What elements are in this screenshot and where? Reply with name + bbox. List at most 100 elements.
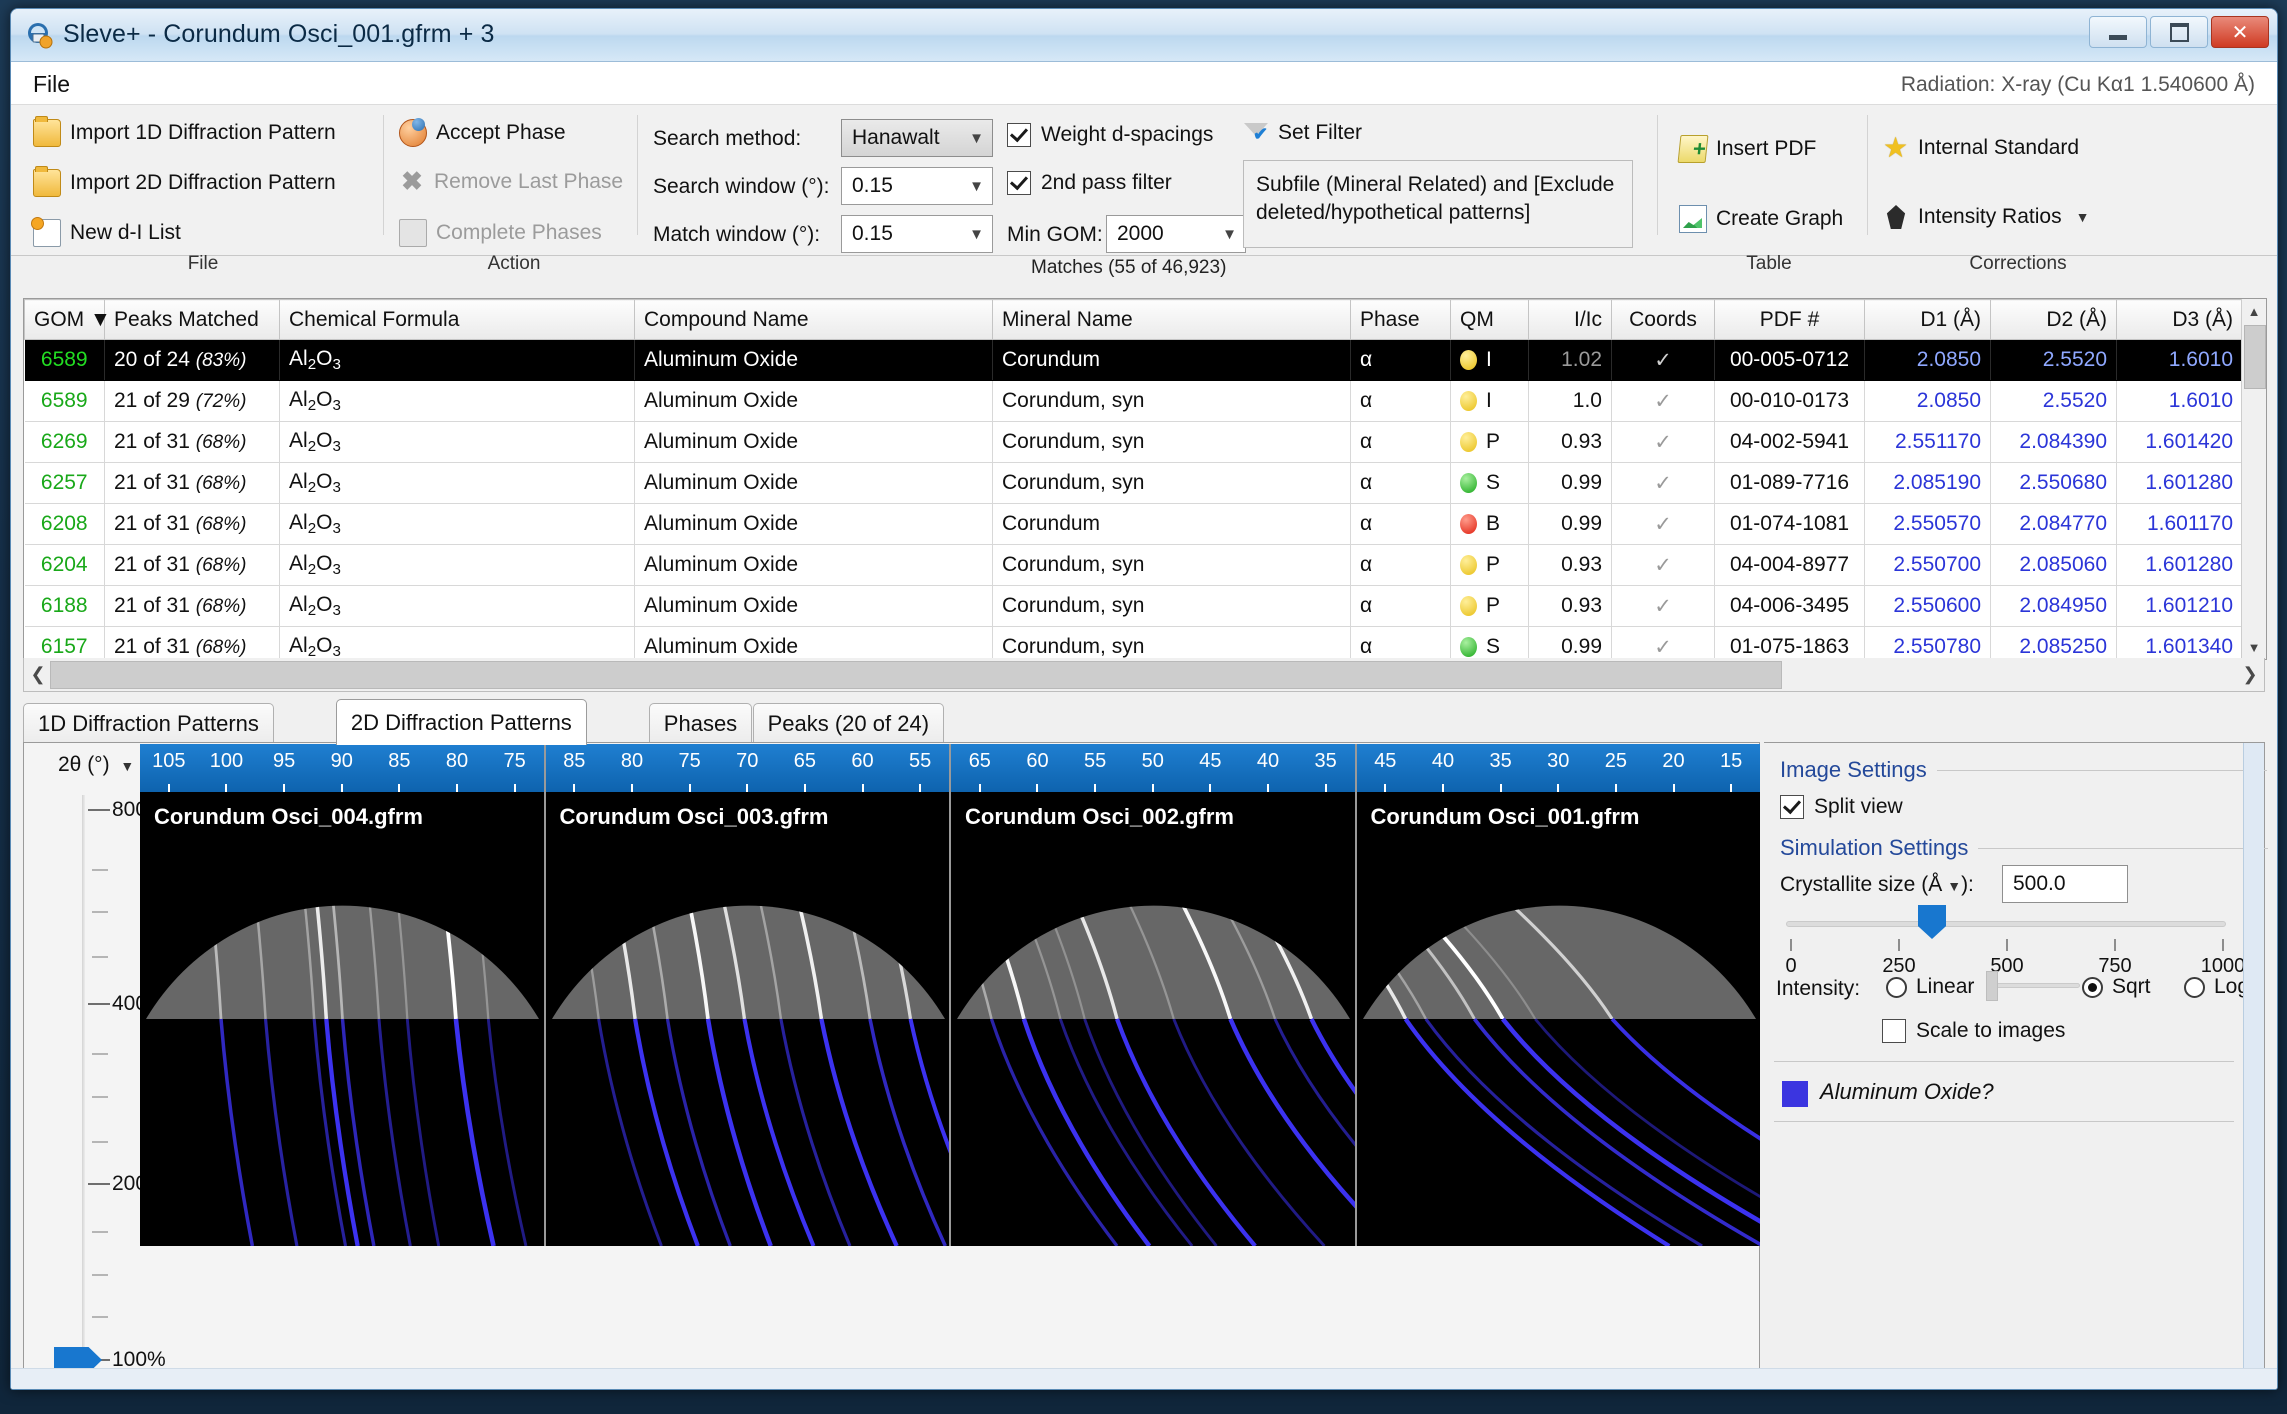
diffraction-image-panel-3[interactable]: Corundum Osci_002.gfrm: [951, 792, 1357, 1246]
table-vertical-scrollbar[interactable]: ▲ ▼: [2241, 299, 2266, 659]
column-header-d2[interactable]: D2 (Å): [1990, 299, 2117, 340]
intensity-linear-radio[interactable]: Linear: [1886, 975, 1974, 999]
cell-d3: 1.601170: [2116, 503, 2243, 545]
column-header-d3[interactable]: D3 (Å): [2116, 299, 2243, 340]
ruler-tick-label: 50: [1141, 750, 1164, 772]
table-row[interactable]: 6257 21 of 31 (68%) Al2O3 Aluminum Oxide Cor…: [24, 462, 2243, 504]
table-row[interactable]: 6204 21 of 31 (68%) Al2O3 Aluminum Oxide Cor…: [24, 544, 2243, 586]
column-header-mineral[interactable]: Mineral Name: [992, 299, 1351, 340]
column-header-pdf[interactable]: PDF #: [1714, 299, 1865, 340]
table-row[interactable]: 6208 21 of 31 (68%) Al2O3 Aluminum Oxide Cor…: [24, 503, 2243, 545]
scroll-down-button[interactable]: ▼: [2242, 635, 2266, 659]
complete-phases-button[interactable]: Complete Phases: [399, 219, 602, 247]
tab-peaks-20-of-24[interactable]: Peaks (20 of 24): [752, 703, 945, 743]
horizontal-scroll-thumb[interactable]: [50, 661, 1782, 689]
split-view-checkbox[interactable]: Split view: [1780, 795, 1903, 819]
minimize-button[interactable]: [2089, 16, 2147, 48]
diffraction-image-panel-2[interactable]: Corundum Osci_003.gfrm: [545, 792, 951, 1246]
column-header-compound[interactable]: Compound Name: [634, 299, 993, 340]
cell-phase: α: [1350, 503, 1451, 545]
minimize-icon: [2109, 34, 2127, 40]
slider-tick: [1790, 939, 1792, 951]
vertical-scroll-thumb[interactable]: [2244, 325, 2266, 389]
table-row[interactable]: 6269 21 of 31 (68%) Al2O3 Aluminum Oxide Cor…: [24, 421, 2243, 463]
status-bar: [11, 1368, 2277, 1389]
maximize-button[interactable]: [2150, 16, 2208, 48]
slider-tick-label: 0: [1785, 955, 1797, 977]
cell-compound-name: Aluminum Oxide: [634, 421, 993, 463]
scale-to-images-checkbox[interactable]: Scale to images: [1882, 1019, 2065, 1043]
cell-iic: 0.93: [1528, 585, 1612, 627]
column-header-formula[interactable]: Chemical Formula: [279, 299, 635, 340]
cell-iic: 0.93: [1528, 421, 1612, 463]
insert-pdf-button[interactable]: Insert PDF: [1677, 135, 1816, 163]
column-header-gom[interactable]: GOM ▼: [24, 299, 111, 340]
cell-pdf-number: 04-002-5941: [1714, 421, 1865, 463]
cell-mineral-name: Corundum, syn: [992, 421, 1351, 463]
intensity-log-radio[interactable]: Log: [2184, 975, 2249, 999]
weight-dspacings-checkbox[interactable]: Weight d-spacings: [1007, 123, 1213, 147]
match-window-select[interactable]: 0.15 ▼: [841, 215, 993, 253]
tab-2d-diffraction-patterns[interactable]: 2D Diffraction Patterns: [335, 699, 587, 745]
x-axis-unit-selector[interactable]: 2θ (°) ▼: [58, 753, 134, 777]
settings-scrollbar[interactable]: [2243, 743, 2264, 1386]
scroll-left-button[interactable]: ❮: [27, 661, 49, 687]
checkbox-icon: [1882, 1019, 1906, 1043]
menu-bar: File Radiation: X-ray (Cu Kα1 1.540600 Å…: [11, 62, 2277, 105]
min-gom-select[interactable]: 2000 ▼: [1106, 215, 1246, 253]
import-1d-button[interactable]: Import 1D Diffraction Pattern: [33, 116, 336, 147]
column-header-coords[interactable]: Coords: [1611, 299, 1715, 340]
intensity-scale[interactable]: 800% 400% 200% 100%: [54, 791, 166, 1373]
table-row[interactable]: 6589 20 of 24 (83%) Al2O3 Aluminum Oxide Cor…: [24, 339, 2243, 381]
diffraction-image-panel-1[interactable]: Corundum Osci_004.gfrm: [140, 792, 546, 1246]
column-header-phase[interactable]: Phase: [1350, 299, 1451, 340]
matches-count: Matches (55 of 46,923): [1031, 257, 1227, 278]
column-header-peaks[interactable]: Peaks Matched: [104, 299, 280, 340]
search-method-select[interactable]: Hanawalt ▼: [841, 119, 993, 157]
cell-pdf-number: 00-010-0173: [1714, 380, 1865, 422]
tab-phases[interactable]: Phases: [648, 703, 753, 743]
table-row[interactable]: 6188 21 of 31 (68%) Al2O3 Aluminum Oxide Cor…: [24, 585, 2243, 627]
intensity-sqrt-radio[interactable]: Sqrt: [2082, 975, 2151, 999]
menu-item-file[interactable]: File: [33, 71, 70, 98]
crystallite-size-label[interactable]: Crystallite size (Å ▼):: [1780, 873, 1974, 897]
remove-last-phase-button[interactable]: ✖ Remove Last Phase: [399, 168, 623, 195]
accept-phase-button[interactable]: Accept Phase: [399, 118, 566, 147]
internal-standard-button[interactable]: ★ Internal Standard: [1883, 132, 2079, 163]
column-header-d1[interactable]: D1 (Å): [1864, 299, 1991, 340]
column-header-iic[interactable]: I/Ic: [1528, 299, 1612, 340]
crystallite-slider-thumb[interactable]: [1918, 905, 1946, 939]
set-filter-button[interactable]: Set Filter: [1243, 120, 1362, 146]
scroll-up-button[interactable]: ▲: [2242, 299, 2266, 323]
ruler-tick-mark: [1557, 784, 1560, 792]
cell-compound-name: Aluminum Oxide: [634, 339, 993, 381]
import-2d-button[interactable]: Import 2D Diffraction Pattern: [33, 166, 336, 197]
search-window-select[interactable]: 0.15 ▼: [841, 167, 993, 205]
table-horizontal-scrollbar[interactable]: ❮ ❯: [23, 658, 2265, 692]
scroll-right-button[interactable]: ❯: [2239, 661, 2261, 687]
contrast-slider-thumb[interactable]: [1986, 971, 1998, 1001]
create-graph-button[interactable]: Create Graph: [1679, 205, 1843, 233]
ruler-tick-mark: [167, 784, 170, 792]
diffraction-image-panel-4[interactable]: Corundum Osci_001.gfrm: [1356, 792, 1760, 1246]
tab-1d-diffraction-patterns[interactable]: 1D Diffraction Patterns: [23, 703, 274, 743]
ribbon-separator: [1867, 115, 1868, 235]
table-row[interactable]: 6157 21 of 31 (68%) Al2O3 Aluminum Oxide Cor…: [24, 626, 2243, 659]
ruler-tick-label: 100: [209, 750, 244, 772]
second-pass-filter-checkbox[interactable]: 2nd pass filter: [1007, 171, 1172, 195]
new-di-list-button[interactable]: New d-I List: [31, 217, 181, 247]
table-row[interactable]: 6589 21 of 29 (72%) Al2O3 Aluminum Oxide Cor…: [24, 380, 2243, 422]
cell-coords: ✓: [1611, 585, 1715, 627]
contrast-slider-track[interactable]: [1992, 983, 2080, 988]
crystallite-slider-track[interactable]: [1786, 921, 2226, 927]
radio-icon: [2184, 976, 2205, 998]
split-view-label: Split view: [1814, 795, 1903, 818]
ribbon-toolbar: Import 1D Diffraction Pattern Import 2D …: [11, 105, 2277, 278]
cell-peaks-matched: 21 of 31 (68%): [104, 544, 280, 586]
intensity-ratios-button[interactable]: Intensity Ratios ▼: [1883, 205, 2089, 229]
star-icon: ★: [1883, 132, 1909, 163]
close-button[interactable]: ✕: [2211, 16, 2269, 48]
min-gom-value: 2000: [1117, 222, 1164, 245]
column-header-qm[interactable]: QM: [1450, 299, 1529, 340]
crystallite-size-input[interactable]: 500.0: [2002, 865, 2128, 903]
